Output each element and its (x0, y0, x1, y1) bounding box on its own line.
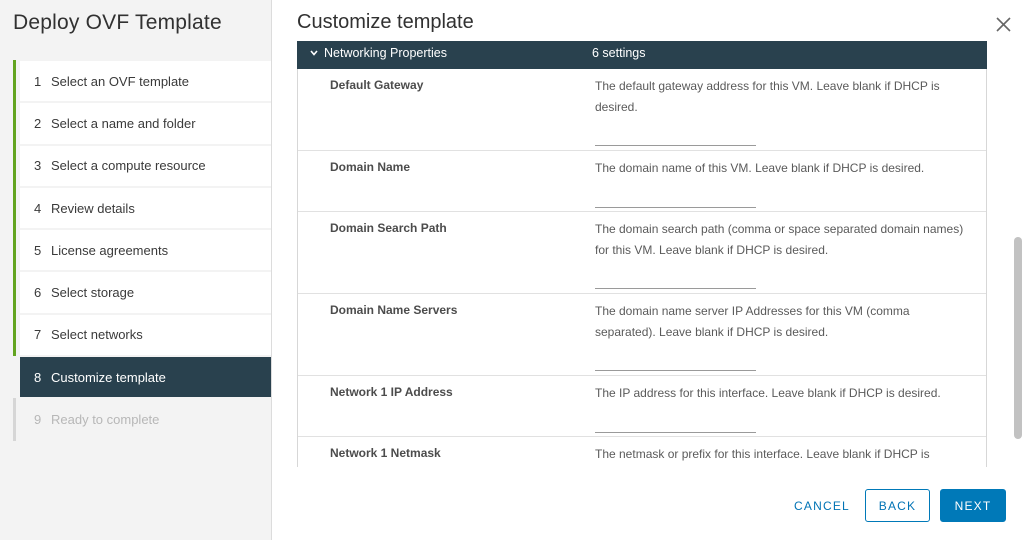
step-number: 5 (34, 242, 42, 258)
wizard-step-8[interactable]: 8 Customize template (13, 356, 271, 398)
step-number: 4 (34, 200, 42, 216)
section-name: Networking Properties (324, 46, 447, 60)
step-progress-bar (13, 102, 16, 145)
page-title: Customize template (297, 11, 474, 33)
step-label: Select a compute resource (51, 158, 206, 174)
step-progress-bar (13, 186, 16, 230)
wizard-step-3[interactable]: 3 Select a compute resource (13, 144, 271, 187)
domain-search-path-input[interactable] (595, 271, 756, 289)
close-icon (996, 17, 1011, 32)
step-progress-bar (13, 229, 16, 272)
property-label: Domain Search Path (330, 221, 447, 235)
step-number: 3 (34, 158, 42, 174)
wizard-step-9: 9 Ready to complete (13, 398, 271, 441)
property-row-default-gateway: Default Gateway The default gateway addr… (298, 69, 986, 151)
step-label: Ready to complete (51, 412, 160, 428)
step-number: 1 (34, 73, 42, 89)
property-description: The domain name of this VM. Leave blank … (595, 161, 925, 175)
property-row-network-1-ip-address: Network 1 IP Address The IP address for … (298, 376, 986, 437)
domain-name-input[interactable] (595, 190, 756, 208)
scrollbar-thumb[interactable] (1014, 237, 1022, 439)
back-button[interactable]: BACK (865, 489, 930, 522)
step-label: License agreements (51, 242, 169, 258)
property-row-domain-name-servers: Domain Name Servers The domain name serv… (298, 294, 986, 376)
step-label: Review details (51, 200, 135, 216)
step-label: Customize template (51, 369, 166, 385)
property-label: Domain Name (330, 160, 411, 174)
property-label: Default Gateway (330, 78, 424, 92)
close-button[interactable] (994, 15, 1014, 35)
section-settings-count: 6 settings (592, 46, 646, 60)
property-label: Domain Name Servers (330, 303, 458, 317)
step-number: 9 (34, 412, 42, 428)
wizard-sidebar: Deploy OVF Template 1 Select an OVF templ… (0, 0, 272, 540)
step-progress-bar (13, 313, 16, 357)
property-description: The domain name server IP Addresses for … (595, 304, 910, 339)
step-progress-bar (13, 60, 16, 103)
step-number: 7 (34, 327, 42, 343)
step-label: Select storage (51, 285, 135, 301)
wizard-step-7[interactable]: 7 Select networks (13, 313, 271, 357)
step-number: 2 (34, 115, 42, 131)
step-progress-bar (13, 144, 16, 187)
property-row-domain-search-path: Domain Search Path The domain search pat… (298, 212, 986, 294)
step-label: Select a name and folder (51, 115, 196, 131)
default-gateway-input[interactable] (595, 128, 756, 146)
cancel-button[interactable]: CANCEL (786, 489, 858, 522)
property-description: The default gateway address for this VM.… (595, 79, 940, 114)
wizard-step-6[interactable]: 6 Select storage (13, 271, 271, 314)
step-progress-bar (13, 398, 16, 441)
property-row-network-1-netmask: Network 1 Netmask The netmask or prefix … (298, 437, 986, 467)
chevron-down-icon (310, 50, 318, 56)
wizard-title: Deploy OVF Template (13, 11, 222, 34)
network-1-ip-address-input[interactable] (595, 415, 756, 433)
property-label: Network 1 Netmask (330, 446, 441, 460)
property-description: The IP address for this interface. Leave… (595, 386, 941, 400)
wizard-steps: 1 Select an OVF template 2 Select a name a… (13, 60, 271, 441)
property-description: The netmask or prefix for this interface… (595, 447, 930, 461)
step-number: 6 (34, 285, 42, 301)
next-button[interactable]: NEXT (940, 489, 1006, 522)
domain-name-servers-input[interactable] (595, 353, 756, 371)
property-label: Network 1 IP Address (330, 385, 453, 399)
wizard-step-2[interactable]: 2 Select a name and folder (13, 102, 271, 145)
networking-properties-header[interactable]: Networking Properties 6 settings (297, 41, 987, 69)
vertical-scrollbar[interactable] (1011, 40, 1024, 468)
property-description: The domain search path (comma or space s… (595, 222, 964, 257)
step-label: Select an OVF template (51, 73, 190, 89)
wizard-step-5[interactable]: 5 License agreements (13, 229, 271, 272)
step-number: 8 (34, 369, 42, 385)
step-progress-bar (13, 271, 16, 314)
wizard-step-4[interactable]: 4 Review details (13, 186, 271, 230)
properties-grid: Default Gateway The default gateway addr… (297, 69, 987, 467)
wizard-step-1[interactable]: 1 Select an OVF template (13, 60, 271, 103)
property-row-domain-name: Domain Name The domain name of this VM. … (298, 151, 986, 212)
step-label: Select networks (51, 327, 143, 343)
